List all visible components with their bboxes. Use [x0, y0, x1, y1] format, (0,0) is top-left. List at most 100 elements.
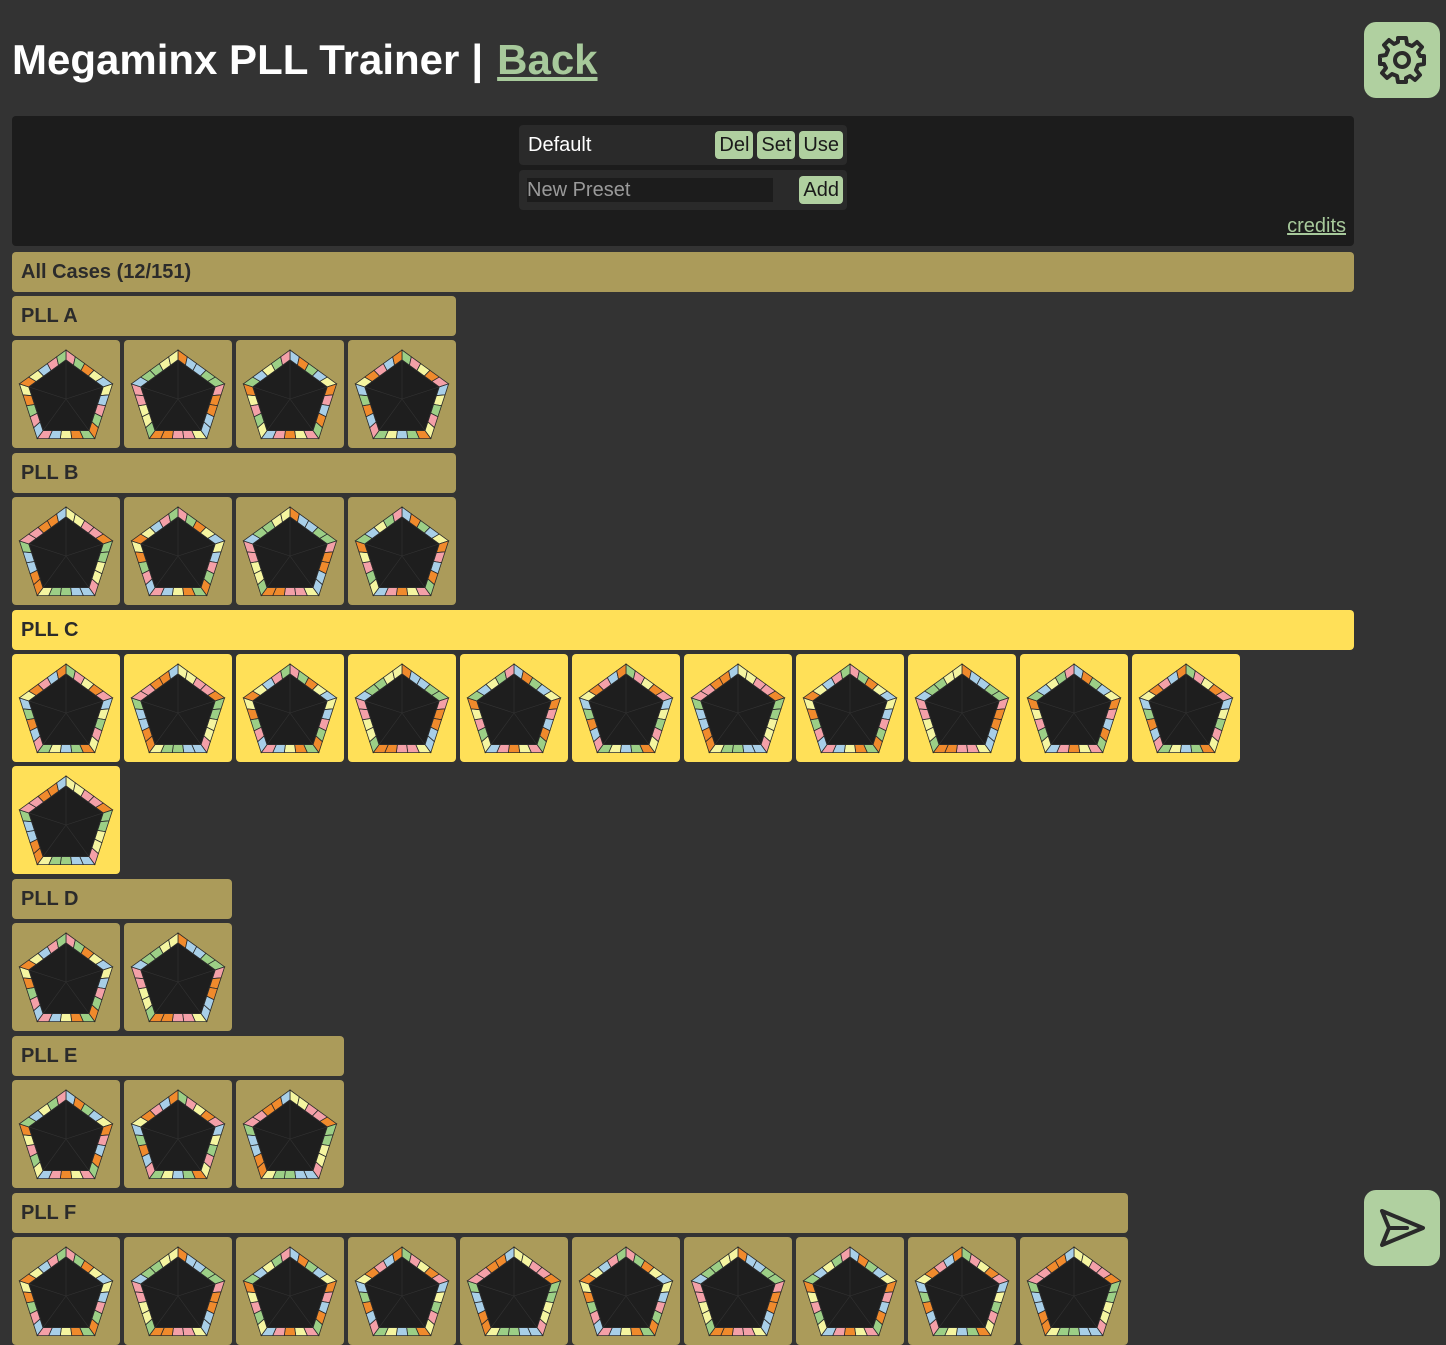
case-tile[interactable]	[12, 1080, 120, 1188]
case-tile[interactable]	[236, 340, 344, 448]
pentagon-diagram-icon	[914, 663, 1010, 754]
group-header[interactable]: PLL C	[12, 610, 1354, 650]
case-tile[interactable]	[908, 1237, 1016, 1345]
case-tile[interactable]	[684, 1237, 792, 1345]
pentagon-diagram-icon	[130, 506, 226, 597]
case-tile[interactable]	[12, 766, 120, 874]
use-preset-button[interactable]: Use	[799, 131, 843, 159]
sticker	[731, 744, 745, 754]
sticker	[59, 1170, 73, 1180]
pentagon-diagram-icon	[242, 506, 338, 597]
sticker	[395, 744, 409, 754]
pentagon-diagram-icon	[1026, 663, 1122, 754]
preset-name: Default	[528, 133, 592, 156]
case-tile[interactable]	[124, 923, 232, 1031]
pentagon-diagram-icon	[242, 663, 338, 754]
case-tile[interactable]	[236, 1080, 344, 1188]
case-tile[interactable]	[124, 340, 232, 448]
delete-preset-button[interactable]: Del	[715, 131, 754, 159]
sticker	[619, 1327, 633, 1337]
case-tile[interactable]	[12, 340, 120, 448]
submit-button[interactable]	[1364, 1190, 1440, 1266]
set-preset-button[interactable]: Set	[757, 131, 796, 159]
group-header[interactable]: PLL E	[12, 1036, 344, 1076]
pentagon-diagram-icon	[18, 1089, 114, 1180]
case-tile[interactable]	[460, 654, 568, 762]
new-preset-row: Add	[519, 170, 847, 210]
case-tile[interactable]	[1132, 654, 1240, 762]
group-header[interactable]: PLL F	[12, 1193, 1128, 1233]
case-tile[interactable]	[572, 1237, 680, 1345]
case-tile[interactable]	[1020, 654, 1128, 762]
case-tile[interactable]	[12, 923, 120, 1031]
pentagon-diagram-icon	[354, 506, 450, 597]
sticker	[507, 1327, 521, 1337]
sticker	[395, 430, 409, 440]
sticker	[619, 744, 633, 754]
add-preset-button[interactable]: Add	[799, 176, 843, 204]
case-tile[interactable]	[124, 654, 232, 762]
case-tile[interactable]	[236, 497, 344, 605]
case-tile[interactable]	[348, 1237, 456, 1345]
case-tile[interactable]	[348, 497, 456, 605]
sticker	[1067, 744, 1081, 754]
send-icon	[1380, 1209, 1425, 1247]
case-tile[interactable]	[460, 1237, 568, 1345]
case-tile[interactable]	[908, 654, 1016, 762]
pentagon-diagram-icon	[242, 1089, 338, 1180]
settings-button[interactable]	[1364, 22, 1440, 98]
sticker	[955, 744, 969, 754]
all-cases-header[interactable]: All Cases (12/151)	[12, 252, 1354, 292]
pentagon-diagram-icon	[130, 932, 226, 1023]
case-tile[interactable]	[796, 1237, 904, 1345]
group-header[interactable]: PLL A	[12, 296, 456, 336]
sticker	[1179, 744, 1193, 754]
pentagon-diagram-icon	[354, 1246, 450, 1337]
case-tile[interactable]	[124, 1237, 232, 1345]
pentagon-diagram-icon	[914, 1246, 1010, 1337]
case-tile[interactable]	[1020, 1237, 1128, 1345]
pentagon-diagram-icon	[690, 663, 786, 754]
case-tile[interactable]	[572, 654, 680, 762]
case-tile[interactable]	[236, 654, 344, 762]
sticker	[171, 587, 185, 597]
case-tile[interactable]	[684, 654, 792, 762]
sticker	[59, 1327, 73, 1337]
pentagon-diagram-icon	[466, 1246, 562, 1337]
pentagon-diagram-icon	[130, 1089, 226, 1180]
sticker	[283, 744, 297, 754]
case-tile[interactable]	[796, 654, 904, 762]
sticker	[59, 430, 73, 440]
page-title: Megaminx PLL Trainer	[12, 36, 460, 83]
pentagon-diagram-icon	[690, 1246, 786, 1337]
sticker	[59, 1013, 73, 1023]
case-tile[interactable]	[124, 497, 232, 605]
case-tile[interactable]	[124, 1080, 232, 1188]
sticker	[171, 744, 185, 754]
sticker	[843, 744, 857, 754]
back-link[interactable]: Back	[497, 36, 597, 84]
case-tile[interactable]	[236, 1237, 344, 1345]
new-preset-input[interactable]	[527, 178, 773, 202]
pentagon-diagram-icon	[18, 349, 114, 440]
case-tile[interactable]	[348, 654, 456, 762]
case-tile[interactable]	[348, 340, 456, 448]
group-header[interactable]: PLL B	[12, 453, 456, 493]
sticker	[955, 1327, 969, 1337]
pentagon-diagram-icon	[1026, 1246, 1122, 1337]
page-header: Megaminx PLL Trainer | Back	[12, 34, 598, 86]
case-tile[interactable]	[12, 654, 120, 762]
pentagon-diagram-icon	[242, 1246, 338, 1337]
case-tile[interactable]	[12, 1237, 120, 1345]
group-header[interactable]: PLL D	[12, 879, 232, 919]
sticker	[283, 587, 297, 597]
pentagon-diagram-icon	[354, 663, 450, 754]
pentagon-diagram-icon	[130, 1246, 226, 1337]
title-separator: |	[471, 36, 484, 83]
sticker	[171, 430, 185, 440]
sticker	[507, 744, 521, 754]
case-tile[interactable]	[12, 497, 120, 605]
sticker	[843, 1327, 857, 1337]
sticker	[171, 1327, 185, 1337]
credits-link[interactable]: credits	[1287, 215, 1346, 238]
